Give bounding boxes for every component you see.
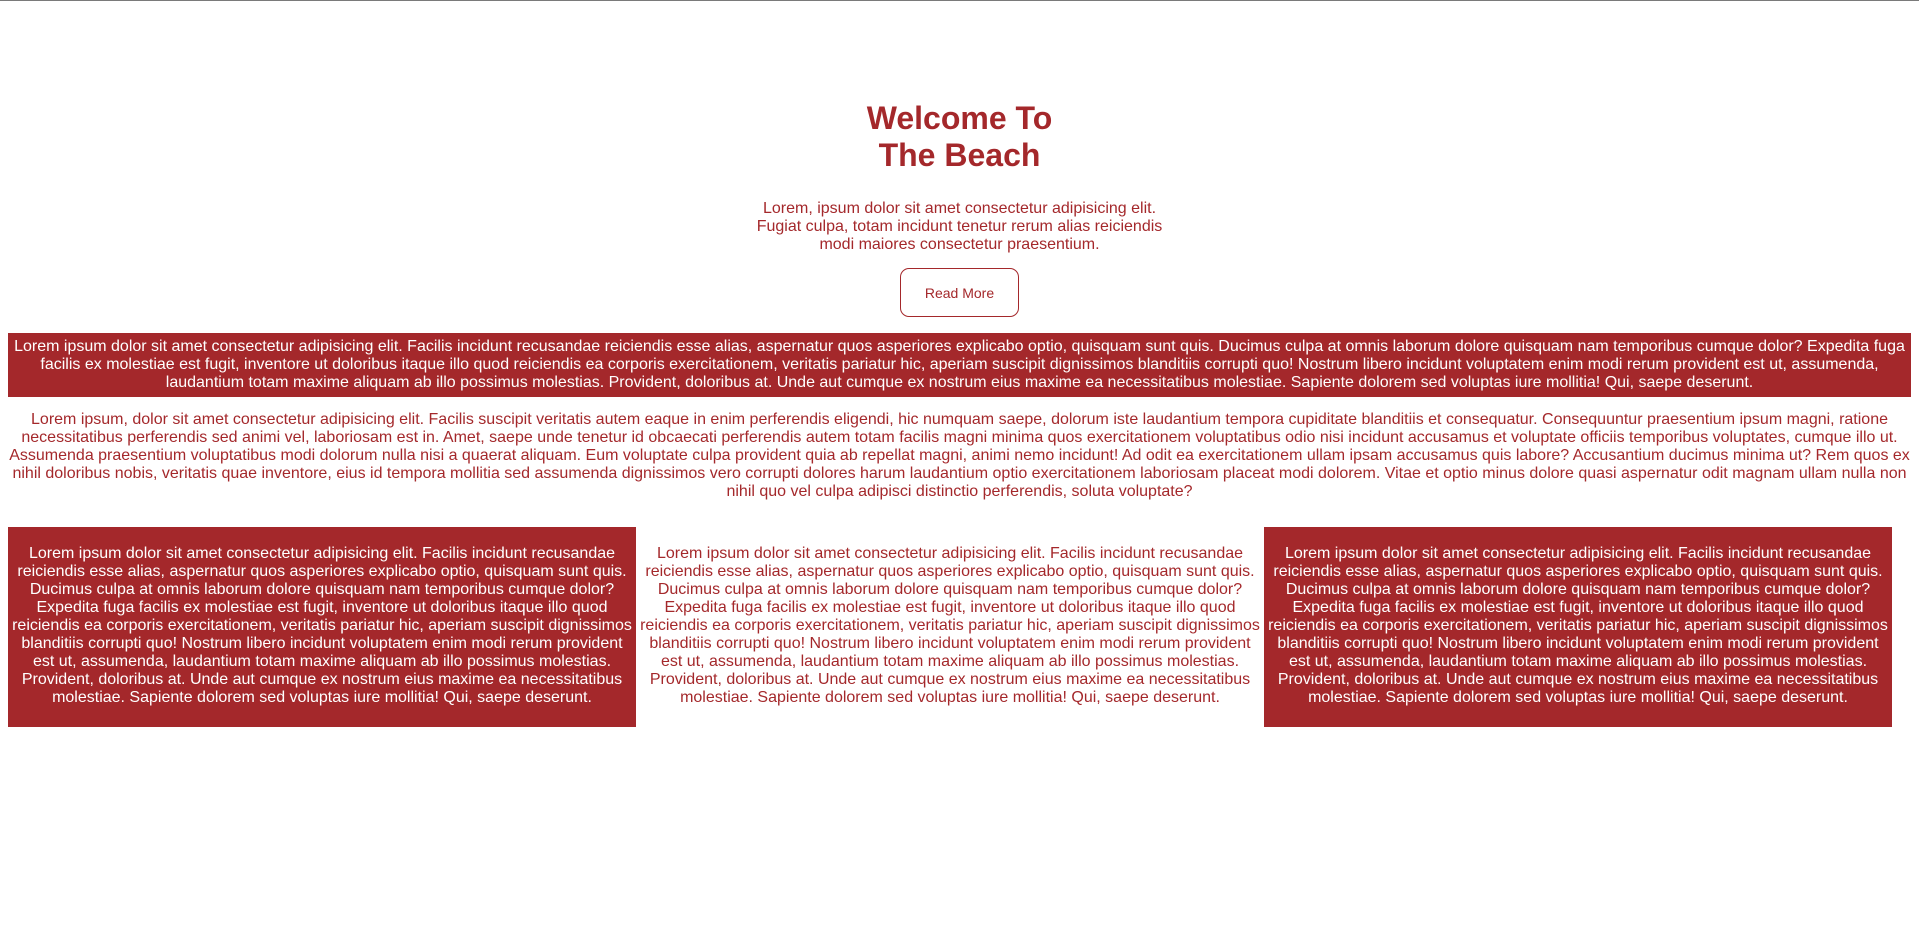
hero-section: Welcome To The Beach Lorem, ipsum dolor … xyxy=(0,1,1919,317)
highlight-band: Lorem ipsum dolor sit amet consectetur a… xyxy=(8,333,1911,397)
column-right: Lorem ipsum dolor sit amet consectetur a… xyxy=(1264,527,1892,727)
hero-title-line-1: Welcome To xyxy=(866,100,1053,136)
column-center: Lorem ipsum dolor sit amet consectetur a… xyxy=(636,527,1264,727)
read-more-button[interactable]: Read More xyxy=(900,268,1019,317)
hero-title-line-2: The Beach xyxy=(878,137,1041,173)
hero-title: Welcome To The Beach xyxy=(0,100,1919,174)
three-column-section: Lorem ipsum dolor sit amet consectetur a… xyxy=(8,527,1911,727)
column-left: Lorem ipsum dolor sit amet consectetur a… xyxy=(8,527,636,727)
intro-paragraph: Lorem ipsum, dolor sit amet consectetur … xyxy=(9,411,1910,500)
hero-description: Lorem, ipsum dolor sit amet consectetur … xyxy=(756,200,1163,253)
